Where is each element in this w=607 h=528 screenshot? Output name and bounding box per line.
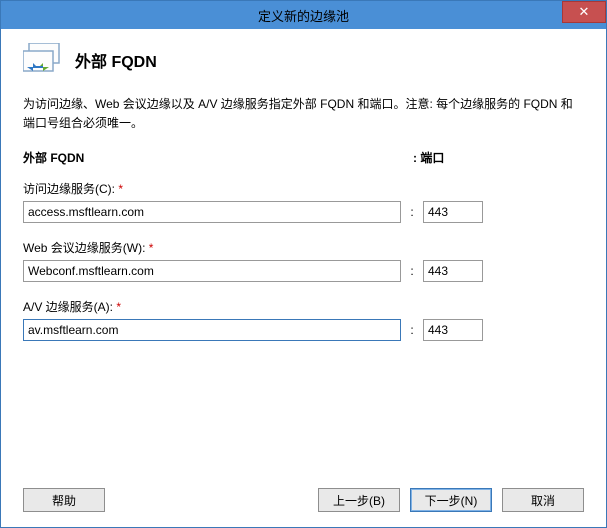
content-area: 外部 FQDN 为访问边缘、Web 会议边缘以及 A/V 边缘服务指定外部 FQ…	[1, 29, 606, 483]
field-access-edge: 访问边缘服务(C): * :	[23, 180, 584, 223]
av-edge-fqdn-input[interactable]	[23, 319, 401, 341]
page-description: 为访问边缘、Web 会议边缘以及 A/V 边缘服务指定外部 FQDN 和端口。注…	[23, 95, 584, 133]
access-edge-label-text: 访问边缘服务(C):	[23, 182, 115, 196]
page-header: 外部 FQDN	[23, 43, 584, 77]
page-title: 外部 FQDN	[75, 48, 157, 72]
close-icon: ✕	[579, 4, 590, 20]
help-button[interactable]: 帮助	[23, 488, 105, 512]
webconf-edge-fqdn-input[interactable]	[23, 260, 401, 282]
window-title: 定义新的边缘池	[1, 6, 606, 25]
av-edge-label: A/V 边缘服务(A): *	[23, 298, 584, 315]
required-marker: *	[118, 182, 123, 196]
separator: :	[401, 323, 423, 337]
webconf-edge-port-input[interactable]	[423, 260, 483, 282]
column-fqdn-header: 外部 FQDN	[23, 149, 403, 166]
access-edge-fqdn-input[interactable]	[23, 201, 401, 223]
required-marker: *	[149, 241, 154, 255]
close-button[interactable]: ✕	[562, 1, 606, 23]
field-av-edge: A/V 边缘服务(A): * :	[23, 298, 584, 341]
access-edge-port-input[interactable]	[423, 201, 483, 223]
av-edge-port-input[interactable]	[423, 319, 483, 341]
button-bar: 帮助 上一步(B) 下一步(N) 取消	[1, 483, 606, 527]
av-edge-label-text: A/V 边缘服务(A):	[23, 300, 113, 314]
edge-pool-icon	[23, 43, 63, 77]
webconf-edge-label-text: Web 会议边缘服务(W):	[23, 241, 145, 255]
webconf-edge-label: Web 会议边缘服务(W): *	[23, 239, 584, 256]
wizard-window: 定义新的边缘池 ✕ 外部 FQDN 为访问边缘、Web 会议边缘以及 A/V 边…	[0, 0, 607, 528]
cancel-button[interactable]: 取消	[502, 488, 584, 512]
access-edge-label: 访问边缘服务(C): *	[23, 180, 584, 197]
back-button[interactable]: 上一步(B)	[318, 488, 400, 512]
column-headers: 外部 FQDN : 端口	[23, 149, 584, 166]
titlebar: 定义新的边缘池 ✕	[1, 1, 606, 29]
column-port-header: : 端口	[413, 149, 444, 166]
field-webconf-edge: Web 会议边缘服务(W): * :	[23, 239, 584, 282]
next-button[interactable]: 下一步(N)	[410, 488, 492, 512]
separator: :	[401, 205, 423, 219]
required-marker: *	[116, 300, 121, 314]
separator: :	[401, 264, 423, 278]
